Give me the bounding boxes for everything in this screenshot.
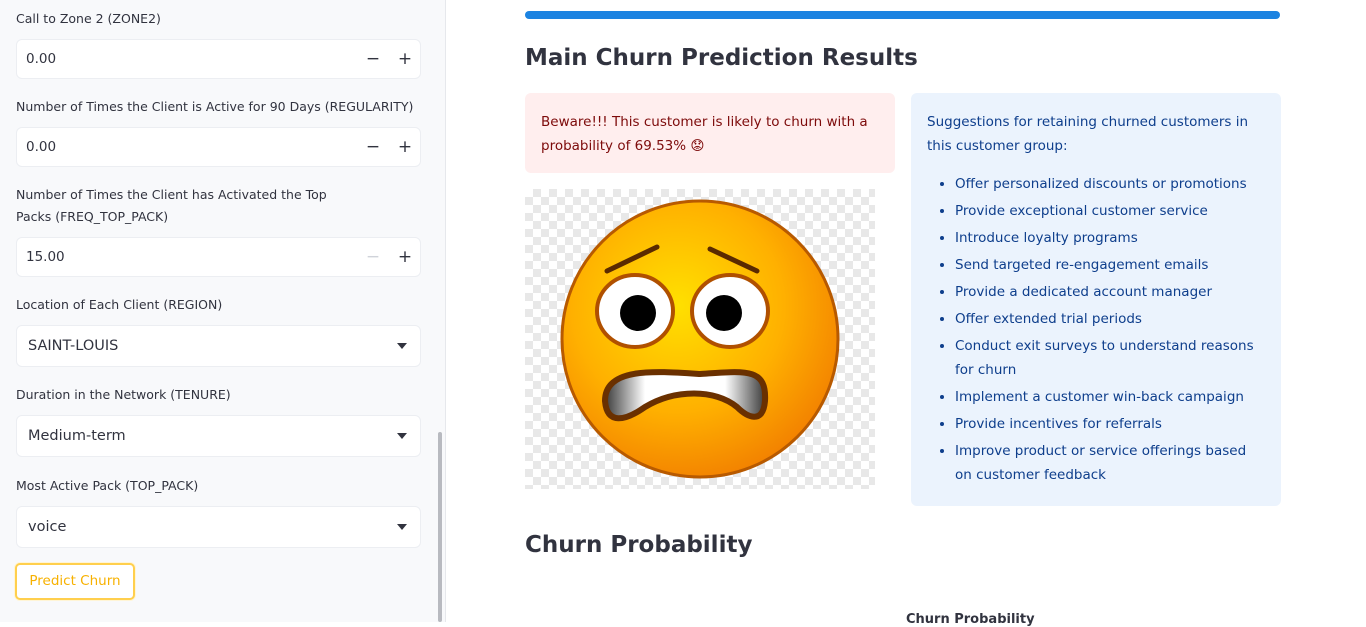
freq-top-pack-label: Number of Times the Client has Activated…	[16, 187, 327, 224]
freq-top-pack-increment-button[interactable]: +	[395, 247, 415, 267]
worried-face-icon	[560, 199, 840, 479]
regularity-label: Number of Times the Client is Active for…	[16, 99, 414, 114]
freq-top-pack-decrement-button[interactable]: −	[363, 247, 383, 267]
zone2-increment-button[interactable]: +	[395, 49, 415, 69]
regularity-decrement-button[interactable]: −	[363, 137, 383, 157]
list-item: Provide incentives for referrals	[955, 412, 1265, 436]
progress-bar	[525, 11, 1280, 19]
zone2-label: Call to Zone 2 (ZONE2)	[16, 11, 161, 26]
list-item: Improve product or service offerings bas…	[955, 439, 1265, 487]
freq-top-pack-input[interactable]: 15.00 − +	[16, 237, 421, 277]
top-pack-label: Most Active Pack (TOP_PACK)	[16, 478, 199, 493]
region-select[interactable]: SAINT-LOUIS	[16, 325, 421, 367]
worried-face-image	[525, 189, 875, 489]
list-item: Send targeted re-engagement emails	[955, 253, 1265, 277]
list-item: Offer personalized discounts or promotio…	[955, 172, 1265, 196]
chevron-down-icon	[397, 524, 407, 530]
chevron-down-icon	[397, 343, 407, 349]
regularity-input[interactable]: 0.00 − +	[16, 127, 421, 167]
tenure-select[interactable]: Medium-term	[16, 415, 421, 457]
freq-top-pack-value: 15.00	[26, 249, 65, 265]
chart-title: Churn Probability	[906, 612, 1035, 627]
chevron-down-icon	[397, 433, 407, 439]
region-label: Location of Each Client (REGION)	[16, 297, 223, 312]
list-item: Conduct exit surveys to understand reaso…	[955, 334, 1265, 382]
suggestions-list: Offer personalized discounts or promotio…	[927, 172, 1265, 487]
list-item: Provide exceptional customer service	[955, 199, 1265, 223]
sidebar-scrollbar[interactable]	[438, 432, 442, 622]
suggestions-intro: Suggestions for retaining churned custom…	[927, 114, 1249, 154]
churn-warning-alert: Beware!!! This customer is likely to chu…	[525, 93, 895, 173]
list-item: Introduce loyalty programs	[955, 226, 1265, 250]
regularity-increment-button[interactable]: +	[395, 137, 415, 157]
predict-churn-button[interactable]: Predict Churn	[15, 563, 135, 600]
list-item: Implement a customer win-back campaign	[955, 385, 1265, 409]
results-title: Main Churn Prediction Results	[525, 45, 918, 71]
list-item: Offer extended trial periods	[955, 307, 1265, 331]
top-pack-value: voice	[28, 519, 67, 535]
churn-probability-heading: Churn Probability	[525, 532, 753, 558]
tenure-value: Medium-term	[28, 428, 126, 444]
zone2-decrement-button[interactable]: −	[363, 49, 383, 69]
regularity-value: 0.00	[26, 139, 57, 155]
zone2-value: 0.00	[26, 51, 57, 67]
tenure-label: Duration in the Network (TENURE)	[16, 387, 231, 402]
sidebar: Call to Zone 2 (ZONE2) 0.00 − + Number o…	[0, 0, 446, 622]
top-pack-select[interactable]: voice	[16, 506, 421, 548]
zone2-input[interactable]: 0.00 − +	[16, 39, 421, 79]
suggestions-alert: Suggestions for retaining churned custom…	[911, 93, 1281, 506]
list-item: Provide a dedicated account manager	[955, 280, 1265, 304]
region-value: SAINT-LOUIS	[28, 338, 119, 354]
